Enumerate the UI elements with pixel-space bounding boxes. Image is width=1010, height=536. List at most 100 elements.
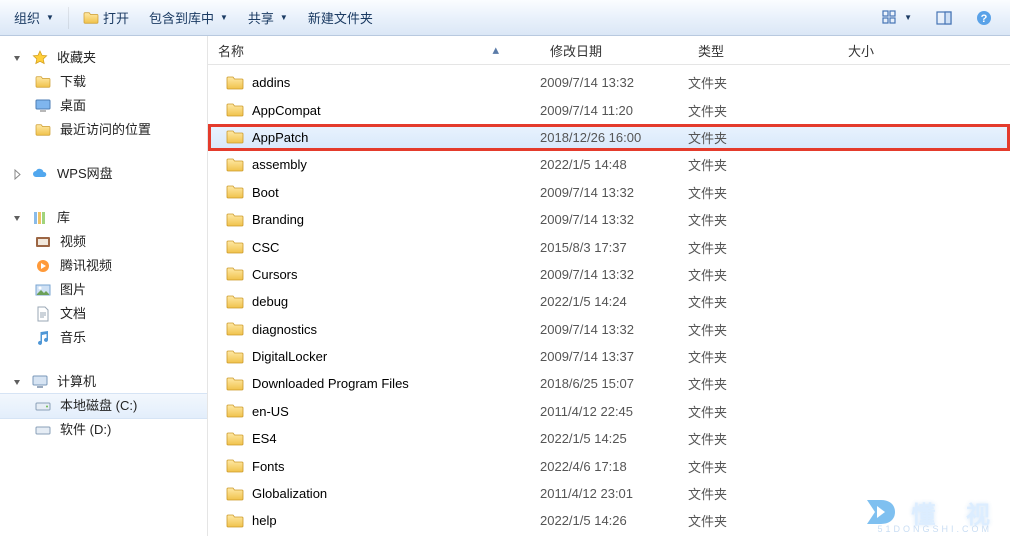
nav-item-label: 最近访问的位置 xyxy=(60,121,151,139)
file-date: 2022/1/5 14:25 xyxy=(540,431,688,446)
caret-open-icon xyxy=(12,377,23,388)
nav-pictures[interactable]: 图片 xyxy=(0,278,207,302)
chevron-down-icon: ▼ xyxy=(46,13,54,22)
nav-item-label: 桌面 xyxy=(60,97,86,115)
computer-group: 计算机 本地磁盘 (C:) 软件 (D:) xyxy=(0,370,207,442)
help-button[interactable] xyxy=(968,7,1000,29)
file-name: addins xyxy=(252,75,290,90)
music-icon xyxy=(34,329,52,347)
table-row[interactable]: debug2022/1/5 14:24文件夹 xyxy=(208,288,1010,315)
file-date: 2009/7/14 13:32 xyxy=(540,322,688,337)
folder-icon xyxy=(226,376,244,392)
nav-desktop[interactable]: 桌面 xyxy=(0,94,207,118)
file-name: Downloaded Program Files xyxy=(252,376,409,391)
nav-item-label: 下载 xyxy=(60,73,86,91)
nav-drive-d[interactable]: 软件 (D:) xyxy=(0,418,207,442)
file-type: 文件夹 xyxy=(688,292,838,311)
nav-item-label: 计算机 xyxy=(57,373,96,391)
tencent-icon xyxy=(34,257,52,275)
file-type: 文件夹 xyxy=(688,238,838,257)
preview-pane-button[interactable] xyxy=(928,7,960,29)
header-name[interactable]: 名称▴ xyxy=(208,36,540,64)
include-library-button[interactable]: 包含到库中▼ xyxy=(141,5,236,30)
file-type: 文件夹 xyxy=(688,402,838,421)
chevron-down-icon: ▼ xyxy=(280,13,288,22)
table-row[interactable]: help2022/1/5 14:26文件夹 xyxy=(208,507,1010,534)
folder-icon xyxy=(226,266,244,282)
table-row[interactable]: Branding2009/7/14 13:32文件夹 xyxy=(208,206,1010,233)
table-row[interactable]: AppCompat2009/7/14 11:20文件夹 xyxy=(208,96,1010,123)
drive-icon xyxy=(34,421,52,439)
recent-icon xyxy=(34,121,52,139)
header-size[interactable]: 大小 xyxy=(838,36,1010,64)
favorites-group: 收藏夹 下载 桌面 最近访问的位置 xyxy=(0,46,207,142)
folder-icon xyxy=(226,157,244,173)
chevron-down-icon: ▼ xyxy=(904,13,912,22)
table-row[interactable]: Boot2009/7/14 13:32文件夹 xyxy=(208,179,1010,206)
toolbar: 组织▼ 打开 包含到库中▼ 共享▼ 新建文件夹 ▼ xyxy=(0,0,1010,36)
table-row[interactable]: CSC2015/8/3 17:37文件夹 xyxy=(208,233,1010,260)
nav-music[interactable]: 音乐 xyxy=(0,326,207,350)
table-row[interactable]: diagnostics2009/7/14 13:32文件夹 xyxy=(208,316,1010,343)
table-row[interactable]: addins2009/7/14 13:32文件夹 xyxy=(208,69,1010,96)
file-date: 2015/8/3 17:37 xyxy=(540,240,688,255)
file-type: 文件夹 xyxy=(688,429,838,448)
open-label: 打开 xyxy=(103,8,129,27)
column-headers: 名称▴ 修改日期 类型 大小 xyxy=(208,36,1010,65)
share-button[interactable]: 共享▼ xyxy=(240,5,296,30)
nav-downloads[interactable]: 下载 xyxy=(0,70,207,94)
header-type[interactable]: 类型 xyxy=(688,36,838,64)
file-date: 2009/7/14 13:32 xyxy=(540,75,688,90)
table-row[interactable]: Downloaded Program Files2018/6/25 15:07文… xyxy=(208,370,1010,397)
file-name: Globalization xyxy=(252,486,327,501)
file-name: diagnostics xyxy=(252,322,317,337)
table-row[interactable]: Fonts2022/4/6 17:18文件夹 xyxy=(208,452,1010,479)
file-name: AppCompat xyxy=(252,103,321,118)
table-row[interactable]: en-US2011/4/12 22:45文件夹 xyxy=(208,398,1010,425)
help-icon xyxy=(976,10,992,26)
table-row[interactable]: AppPatch2018/12/26 16:00文件夹 xyxy=(208,124,1010,151)
nav-item-label: 本地磁盘 (C:) xyxy=(60,397,137,415)
caret-open-icon xyxy=(12,53,23,64)
file-type: 文件夹 xyxy=(688,155,838,174)
drive-icon xyxy=(34,397,52,415)
file-type: 文件夹 xyxy=(688,511,838,530)
new-folder-button[interactable]: 新建文件夹 xyxy=(300,5,381,30)
file-date: 2009/7/14 13:32 xyxy=(540,212,688,227)
table-row[interactable]: Cursors2009/7/14 13:32文件夹 xyxy=(208,261,1010,288)
grid-icon xyxy=(882,10,898,26)
nav-tencent[interactable]: 腾讯视频 xyxy=(0,254,207,278)
downloads-icon xyxy=(34,73,52,91)
library-icon xyxy=(31,209,49,227)
file-date: 2022/1/5 14:48 xyxy=(540,157,688,172)
nav-docs[interactable]: 文档 xyxy=(0,302,207,326)
table-row[interactable]: ES42022/1/5 14:25文件夹 xyxy=(208,425,1010,452)
navigation-pane: 收藏夹 下载 桌面 最近访问的位置 WPS网盘 库 视频 腾 xyxy=(0,36,208,536)
nav-drive-c[interactable]: 本地磁盘 (C:) xyxy=(0,393,207,419)
file-list: 名称▴ 修改日期 类型 大小 addins2009/7/14 13:32文件夹A… xyxy=(208,36,1010,536)
organize-button[interactable]: 组织▼ xyxy=(6,5,62,30)
header-label: 名称 xyxy=(218,41,244,60)
header-date[interactable]: 修改日期 xyxy=(540,36,688,64)
nav-recent[interactable]: 最近访问的位置 xyxy=(0,118,207,142)
file-name: Fonts xyxy=(252,459,285,474)
folder-icon xyxy=(226,75,244,91)
folder-icon xyxy=(226,321,244,337)
open-button[interactable]: 打开 xyxy=(75,5,137,30)
folder-icon xyxy=(226,513,244,529)
file-type: 文件夹 xyxy=(688,347,838,366)
computer-header[interactable]: 计算机 xyxy=(0,370,207,394)
favorites-header[interactable]: 收藏夹 xyxy=(0,46,207,70)
file-name: Branding xyxy=(252,212,304,227)
file-name: Cursors xyxy=(252,267,298,282)
table-row[interactable]: DigitalLocker2009/7/14 13:37文件夹 xyxy=(208,343,1010,370)
libraries-header[interactable]: 库 xyxy=(0,206,207,230)
file-type: 文件夹 xyxy=(688,101,838,120)
nav-video[interactable]: 视频 xyxy=(0,230,207,254)
folder-icon xyxy=(226,129,244,145)
folder-icon xyxy=(226,212,244,228)
nav-wps[interactable]: WPS网盘 xyxy=(0,162,207,186)
view-mode-button[interactable]: ▼ xyxy=(874,7,920,29)
table-row[interactable]: assembly2022/1/5 14:48文件夹 xyxy=(208,151,1010,178)
table-row[interactable]: Globalization2011/4/12 23:01文件夹 xyxy=(208,480,1010,507)
